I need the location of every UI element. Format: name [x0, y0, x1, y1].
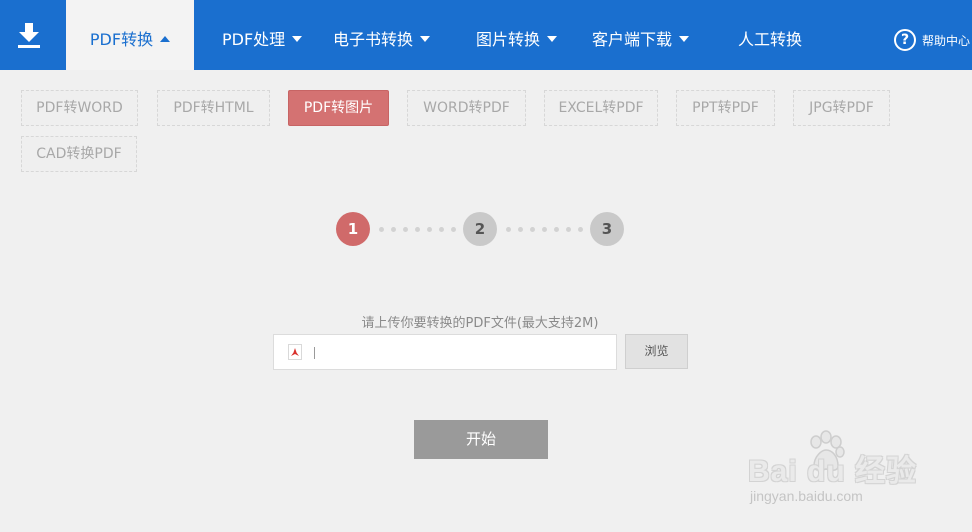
step-3-indicator: 3	[590, 212, 624, 246]
start-button[interactable]: 开始	[414, 420, 548, 459]
type-word-to-pdf[interactable]: WORD转PDF	[407, 90, 526, 126]
nav-image-convert[interactable]: 图片转换	[476, 0, 558, 70]
nav-manual-convert[interactable]: 人工转换	[738, 0, 802, 70]
type-label: WORD转PDF	[423, 100, 510, 116]
download-button[interactable]	[0, 0, 58, 70]
step-dot	[566, 227, 571, 232]
type-label: JPG转PDF	[809, 100, 874, 116]
type-label: PPT转PDF	[692, 100, 759, 116]
caret-down-icon	[420, 35, 431, 42]
browse-button[interactable]: 浏览	[625, 334, 688, 369]
nav-ebook-convert[interactable]: 电子书转换	[333, 0, 431, 70]
nav-client-download[interactable]: 客户端下载	[592, 0, 690, 70]
step-dot	[530, 227, 535, 232]
help-icon: ?	[894, 29, 916, 51]
help-center-label: 帮助中心	[922, 33, 971, 48]
nav-pdf-convert-label: PDF转换	[89, 30, 154, 49]
type-cad-to-pdf[interactable]: CAD转换PDF	[21, 136, 137, 172]
top-nav: PDF转换 PDF处理 电子书转换 图片转换 客户端下载 人工转换 ? 帮助中心	[0, 0, 972, 70]
step-dot	[391, 227, 396, 232]
watermark-url: jingyan.baidu.com	[750, 488, 863, 504]
type-label: PDF转WORD	[36, 100, 123, 116]
type-ppt-to-pdf[interactable]: PPT转PDF	[676, 90, 775, 126]
step-dot	[506, 227, 511, 232]
step-dot	[554, 227, 559, 232]
step-dot	[379, 227, 384, 232]
type-pdf-to-image[interactable]: PDF转图片	[288, 90, 389, 126]
type-label: EXCEL转PDF	[558, 100, 644, 116]
pdf-file-icon	[288, 344, 302, 360]
type-excel-to-pdf[interactable]: EXCEL转PDF	[544, 90, 658, 126]
watermark-brand: Bai du 经验	[748, 455, 918, 488]
caret-down-icon	[292, 35, 303, 42]
step-dot	[578, 227, 583, 232]
step-dot	[403, 227, 408, 232]
step-dot	[427, 227, 432, 232]
caret-down-icon	[679, 35, 690, 42]
nav-client-download-label: 客户端下载	[592, 30, 673, 49]
caret-down-icon	[547, 35, 558, 42]
type-label: CAD转换PDF	[36, 146, 122, 162]
step-1-indicator: 1	[336, 212, 370, 246]
step-dot	[415, 227, 420, 232]
nav-pdf-convert[interactable]: PDF转换	[66, 0, 194, 70]
nav-ebook-convert-label: 电子书转换	[333, 30, 414, 49]
download-icon	[18, 23, 40, 48]
step-dot	[439, 227, 444, 232]
baidu-jingyan-watermark: Bai du 经验 jingyan.baidu.com	[742, 430, 942, 510]
file-path-input[interactable]	[273, 334, 617, 370]
nav-manual-convert-label: 人工转换	[738, 30, 803, 49]
upload-instruction: 请上传你要转换的PDF文件(最大支持2M)	[361, 316, 599, 331]
type-jpg-to-pdf[interactable]: JPG转PDF	[793, 90, 890, 126]
type-pdf-to-word[interactable]: PDF转WORD	[21, 90, 138, 126]
type-label: PDF转HTML	[173, 100, 254, 116]
text-cursor	[314, 347, 315, 359]
nav-pdf-process-label: PDF处理	[222, 30, 286, 49]
step-dot	[518, 227, 523, 232]
step-dot	[451, 227, 456, 232]
type-label: PDF转图片	[303, 100, 374, 116]
type-pdf-to-html[interactable]: PDF转HTML	[157, 90, 270, 126]
help-center-link[interactable]: ? 帮助中心	[894, 0, 970, 70]
step-dot	[542, 227, 547, 232]
nav-pdf-process[interactable]: PDF处理	[222, 0, 303, 70]
caret-up-icon	[160, 35, 171, 42]
nav-image-convert-label: 图片转换	[476, 30, 541, 49]
step-2-indicator: 2	[463, 212, 497, 246]
